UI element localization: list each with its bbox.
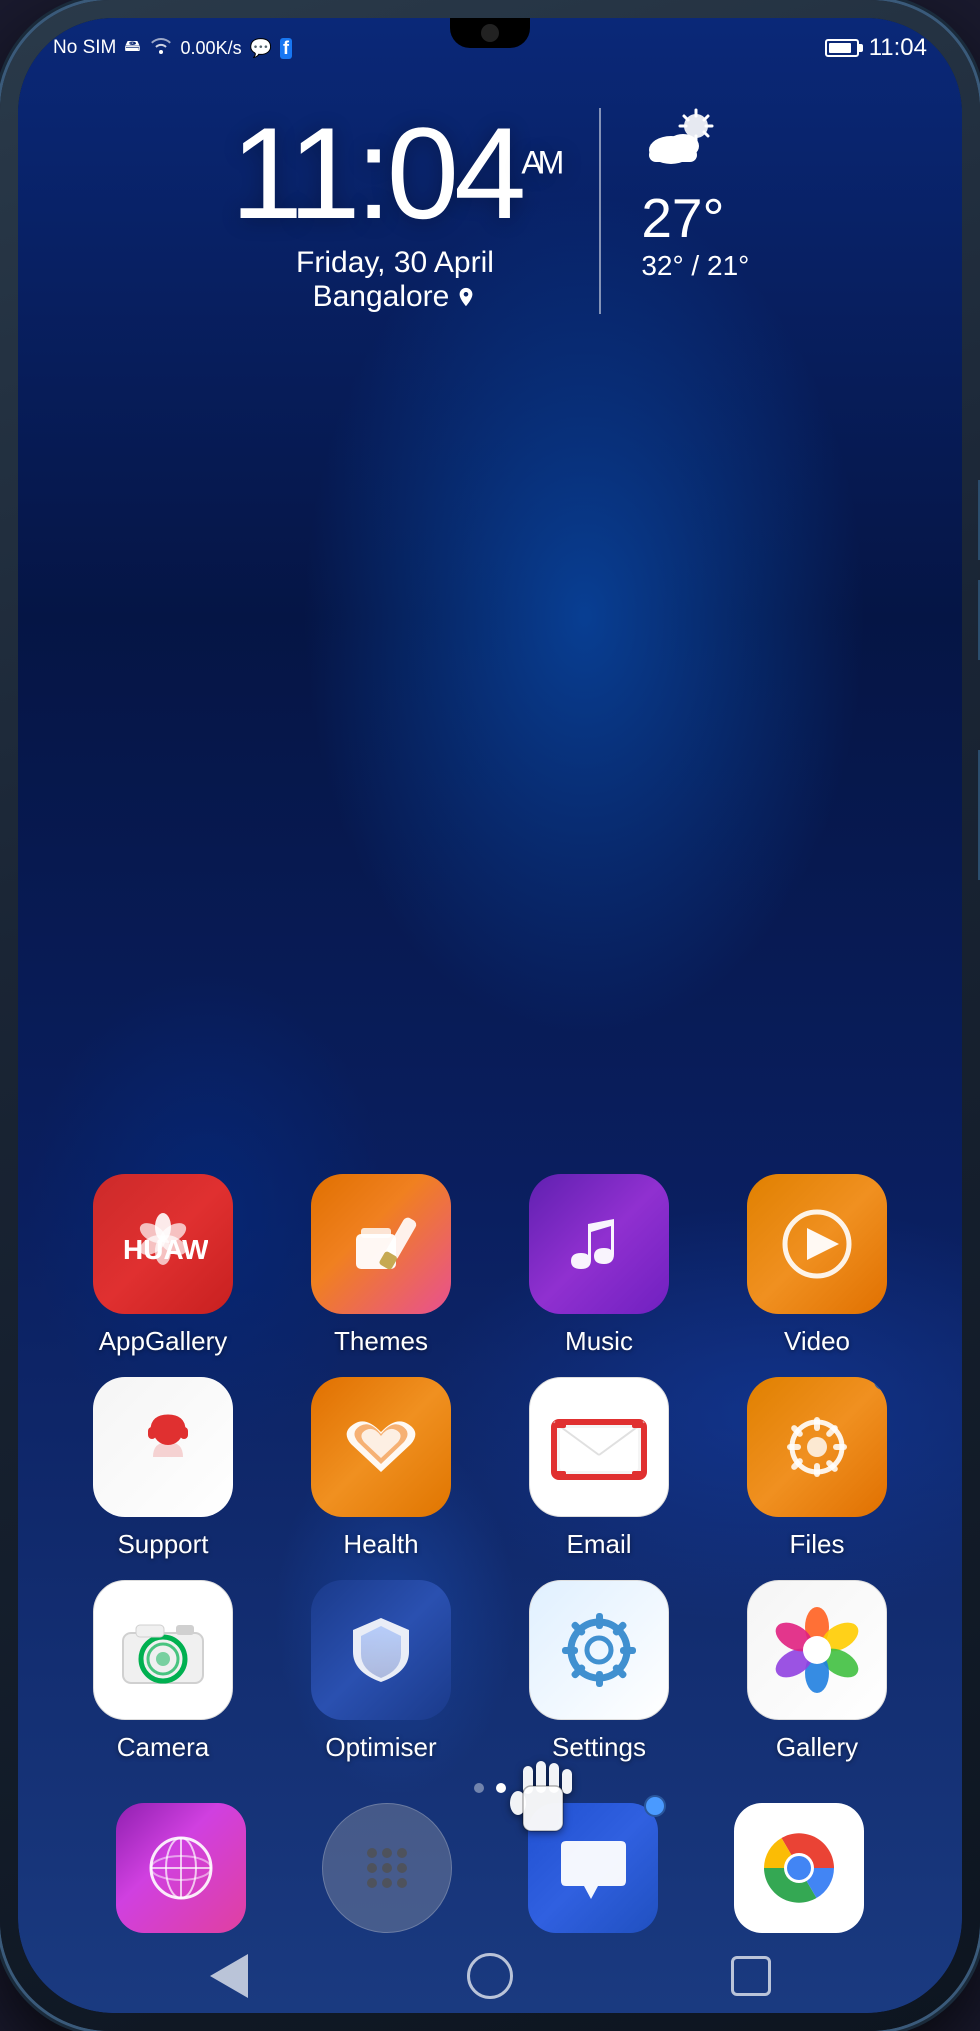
files-notification-dot <box>874 1377 887 1390</box>
fb-icon: f <box>280 38 292 59</box>
gallery-flower-icon <box>772 1605 862 1695</box>
cursor-hand <box>508 1751 578 1853</box>
app-row-2: Support <box>68 1377 912 1560</box>
optimiser-label: Optimiser <box>325 1732 436 1763</box>
app-gallery[interactable]: Gallery <box>722 1580 912 1763</box>
app-camera[interactable]: Camera <box>68 1580 258 1763</box>
back-triangle-icon <box>210 1954 248 1998</box>
home-circle-icon <box>467 1953 513 1999</box>
page-dot-2[interactable] <box>496 1783 506 1793</box>
battery-icon <box>825 39 859 57</box>
app-appgallery[interactable]: HUAWEI AppGallery <box>68 1174 258 1357</box>
weather-icon <box>641 108 749 181</box>
phone-frame: No SIM 🖴 0.00K/s 💬 f <box>0 0 980 2031</box>
allapps-icon <box>322 1803 452 1933</box>
camera-label: Camera <box>117 1732 209 1763</box>
sim-icon: 🖴 <box>124 35 140 62</box>
weather-section: 27° 32° / 21° <box>601 108 749 282</box>
video-label: Video <box>784 1326 850 1357</box>
music-note-icon <box>559 1204 639 1284</box>
phone-screen: No SIM 🖴 0.00K/s 💬 f <box>18 18 962 2013</box>
home-button[interactable] <box>460 1946 520 2006</box>
chrome-icon <box>734 1803 864 1933</box>
settings-gear-icon <box>554 1605 644 1695</box>
weather-range: 32° / 21° <box>641 250 749 282</box>
time-display: 11:04 <box>869 34 927 62</box>
app-support[interactable]: Support <box>68 1377 258 1560</box>
wifi-icon <box>149 36 173 60</box>
back-button[interactable] <box>199 1946 259 2006</box>
optimiser-shield-icon <box>341 1610 421 1690</box>
gallery-icon <box>747 1580 887 1720</box>
music-icon <box>529 1174 669 1314</box>
app-row-1: HUAWEI AppGallery <box>68 1174 912 1357</box>
data-speed: 0.00K/s <box>181 38 242 59</box>
clock-date: Friday, 30 April <box>231 246 560 280</box>
app-music[interactable]: Music <box>504 1174 694 1357</box>
app-files[interactable]: Files <box>722 1377 912 1560</box>
dock-chrome[interactable] <box>734 1803 864 1933</box>
recents-square-icon <box>731 1956 771 1996</box>
app-health[interactable]: Health <box>286 1377 476 1560</box>
nav-bar <box>18 1938 962 2013</box>
chrome-logo-icon <box>759 1828 839 1908</box>
health-label: Health <box>343 1529 418 1560</box>
location-pin-icon <box>455 286 477 308</box>
appgallery-icon: HUAWEI <box>93 1174 233 1314</box>
app-grid: HUAWEI AppGallery <box>18 1174 962 1763</box>
health-heart-icon <box>336 1402 426 1492</box>
music-label: Music <box>565 1326 633 1357</box>
themes-brush-icon <box>341 1204 421 1284</box>
dock <box>18 1803 962 1933</box>
page-dots <box>18 1783 962 1793</box>
files-icon <box>747 1377 887 1517</box>
camera-body-icon <box>118 1613 208 1688</box>
cloud-sun-icon <box>641 108 721 168</box>
browser-globe-icon <box>144 1831 219 1906</box>
page-dot-1[interactable] <box>474 1783 484 1793</box>
app-row-3: Camera <box>68 1580 912 1763</box>
video-play-icon <box>777 1204 857 1284</box>
dock-allapps[interactable] <box>322 1803 452 1933</box>
app-settings[interactable]: Settings <box>504 1580 694 1763</box>
allapps-grid-icon <box>352 1833 422 1903</box>
no-sim-label: No SIM <box>53 37 116 59</box>
app-email[interactable]: Email <box>504 1377 694 1560</box>
status-left: No SIM 🖴 0.00K/s 💬 f <box>53 35 292 62</box>
chat-icon: 💬 <box>250 38 272 59</box>
app-themes[interactable]: Themes <box>286 1174 476 1357</box>
huawei-logo-icon: HUAWEI <box>118 1209 208 1279</box>
files-label: Files <box>790 1529 845 1560</box>
browser-icon <box>116 1803 246 1933</box>
gallery-label: Gallery <box>776 1732 858 1763</box>
health-icon <box>311 1377 451 1517</box>
optimiser-icon <box>311 1580 451 1720</box>
video-icon <box>747 1174 887 1314</box>
dock-browser[interactable] <box>116 1803 246 1933</box>
email-label: Email <box>566 1529 631 1560</box>
clock-location: Bangalore <box>231 280 560 314</box>
email-envelope-icon <box>549 1407 649 1487</box>
home-screen: No SIM 🖴 0.00K/s 💬 f <box>18 18 962 2013</box>
status-right: 11:04 <box>825 34 927 62</box>
clock-section: 11:04AM Friday, 30 April Bangalore <box>231 108 602 314</box>
hand-cursor-icon <box>508 1751 578 1841</box>
clock-time: 11:04AM <box>231 108 560 238</box>
appgallery-label: AppGallery <box>99 1326 228 1357</box>
weather-temperature: 27° <box>641 186 749 250</box>
files-folder-icon <box>777 1407 857 1487</box>
recents-button[interactable] <box>721 1946 781 2006</box>
support-label: Support <box>117 1529 208 1560</box>
app-optimiser[interactable]: Optimiser <box>286 1580 476 1763</box>
camera-icon <box>93 1580 233 1720</box>
support-icon <box>93 1377 233 1517</box>
email-icon <box>529 1377 669 1517</box>
themes-icon <box>311 1174 451 1314</box>
themes-label: Themes <box>334 1326 428 1357</box>
settings-icon <box>529 1580 669 1720</box>
clock-weather-area: 11:04AM Friday, 30 April Bangalore <box>18 108 962 314</box>
support-person-icon <box>118 1402 208 1492</box>
notch <box>450 18 530 48</box>
app-video[interactable]: Video <box>722 1174 912 1357</box>
